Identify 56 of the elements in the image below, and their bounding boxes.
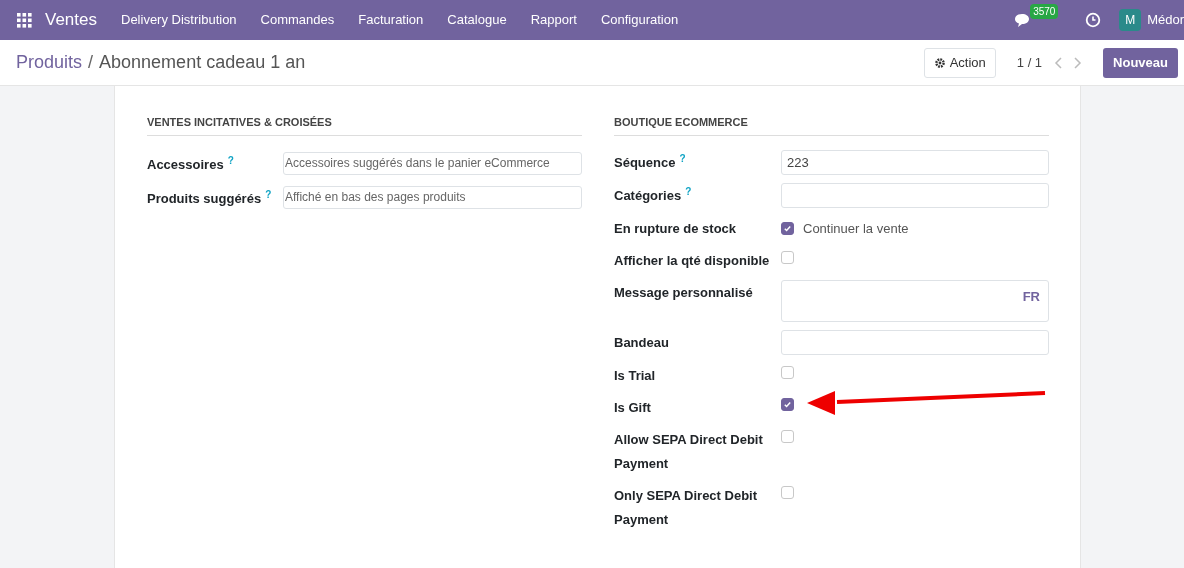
- field-label: Afficher la qté disponible: [614, 252, 770, 268]
- new-button[interactable]: Nouveau: [1103, 47, 1178, 78]
- pager-value[interactable]: 1 / 1: [1016, 52, 1043, 73]
- text-field[interactable]: Accessoires suggérés dans le panier eCommerce: [283, 151, 582, 175]
- text-field[interactable]: [781, 182, 1049, 208]
- check-icon: [783, 223, 792, 233]
- gear-icon: [933, 56, 946, 69]
- clock-icon[interactable]: [1085, 12, 1102, 28]
- chat-icon[interactable]: [1014, 12, 1032, 28]
- checkbox[interactable]: [781, 485, 794, 499]
- field-label: Séquence: [614, 154, 676, 170]
- field-label: Message personnalisé: [614, 284, 753, 300]
- checkbox[interactable]: [781, 221, 794, 235]
- text-field[interactable]: Affiché en bas des pages produits: [283, 185, 582, 209]
- message-count-badge: 3570: [1030, 3, 1059, 19]
- field-label: Is Trial: [614, 367, 656, 383]
- breadcrumb-separator: /: [88, 51, 94, 74]
- menu-item[interactable]: Facturation: [346, 10, 436, 30]
- next-icon[interactable]: [1072, 56, 1083, 69]
- help-tooltip-icon[interactable]: ?: [227, 154, 234, 166]
- menu-item[interactable]: Delivery Distribution: [109, 10, 249, 30]
- field-label: Catégories: [614, 187, 682, 203]
- previous-icon[interactable]: [1054, 56, 1065, 69]
- record-title: Abonnement cadeau 1 an: [99, 51, 306, 74]
- menu-item[interactable]: Catalogue: [435, 10, 519, 30]
- app-name[interactable]: Ventes: [45, 7, 97, 33]
- menu-item[interactable]: Commandes: [248, 10, 347, 30]
- action-button[interactable]: Action: [923, 47, 996, 78]
- checkbox[interactable]: [781, 429, 794, 443]
- text-area-field[interactable]: FR: [781, 279, 1049, 322]
- text-field[interactable]: [781, 329, 1049, 355]
- text-field[interactable]: 223: [781, 149, 1049, 175]
- menu-item[interactable]: Configuration: [588, 10, 691, 30]
- field-label: Allow SEPA Direct Debit Payment: [614, 431, 763, 471]
- field-label: Is Gift: [614, 399, 651, 415]
- breadcrumb-link[interactable]: Produits: [16, 49, 83, 76]
- language-button[interactable]: FR: [1022, 286, 1040, 306]
- menu-item[interactable]: Rapport: [518, 10, 589, 30]
- checkbox[interactable]: [781, 365, 794, 379]
- help-tooltip-icon[interactable]: ?: [679, 152, 686, 164]
- user-name[interactable]: Médor: [1147, 10, 1184, 30]
- apps-menu-icon[interactable]: [17, 12, 32, 28]
- section-title: BOUTIQUE ECOMMERCE: [614, 114, 1049, 136]
- user-avatar[interactable]: M: [1119, 9, 1142, 31]
- field-label: En rupture de stock: [614, 220, 737, 236]
- help-tooltip-icon[interactable]: ?: [685, 185, 692, 197]
- field-label: Produits suggérés: [147, 190, 262, 206]
- checkbox[interactable]: [781, 250, 794, 264]
- checkbox-label: Continuer la vente: [803, 219, 909, 238]
- help-tooltip-icon[interactable]: ?: [265, 188, 272, 200]
- field-label: Bandeau: [614, 334, 669, 350]
- field-label: Accessoires: [147, 156, 224, 172]
- checkbox[interactable]: [781, 397, 794, 411]
- check-icon: [783, 399, 792, 409]
- section-title: VENTES INCITATIVES & CROISÉES: [147, 114, 582, 136]
- field-label: Only SEPA Direct Debit Payment: [614, 487, 758, 527]
